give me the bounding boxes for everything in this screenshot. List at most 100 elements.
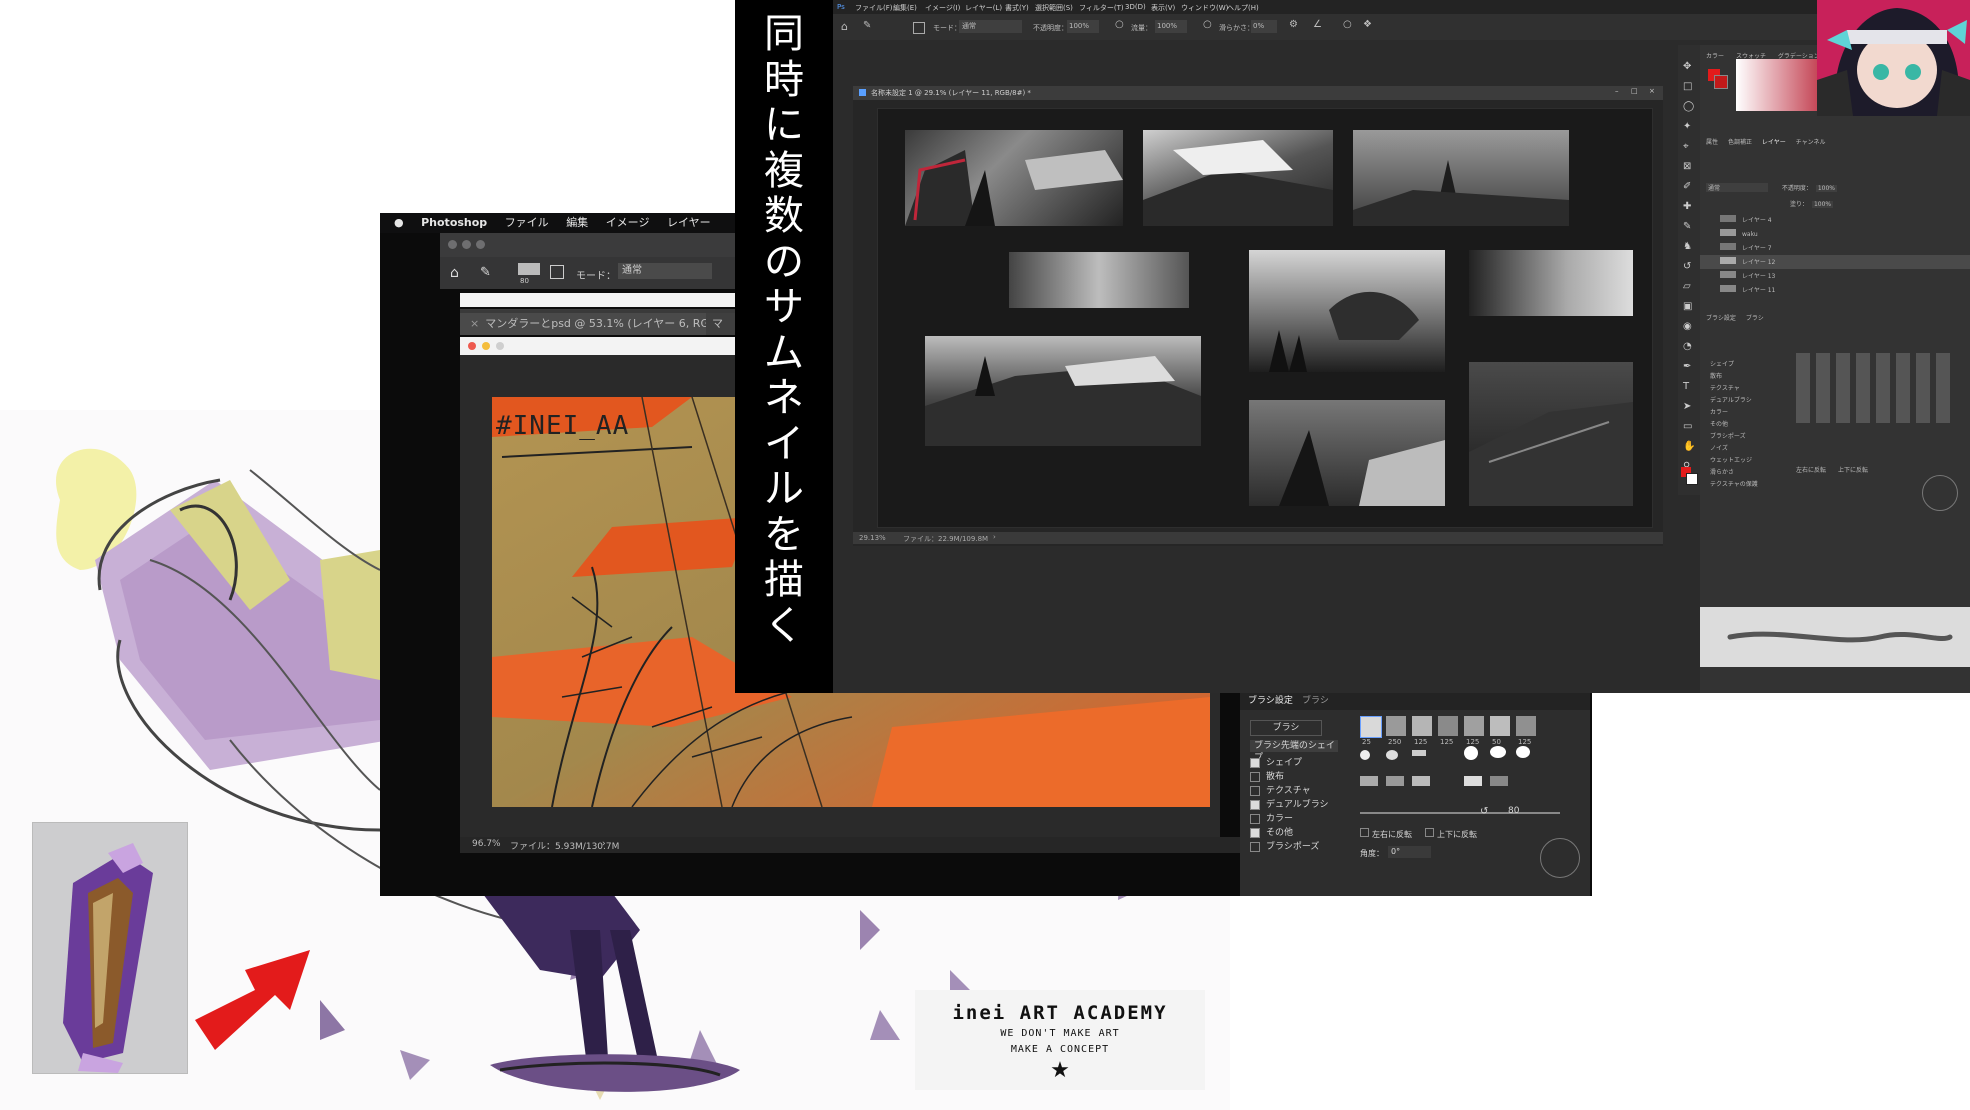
win-document-tab[interactable]: 名称未設定 1 @ 29.1% (レイヤー 11, RGB/8#) * – □ …: [853, 86, 1663, 100]
brush-tool-icon[interactable]: ✎: [480, 265, 491, 280]
brush-option[interactable]: テクスチャの保護: [1710, 479, 1758, 489]
thumbnail-3[interactable]: [1353, 130, 1569, 226]
eraser-tool-icon[interactable]: ▱: [1683, 277, 1695, 297]
brush-option-scatter[interactable]: 散布: [1250, 770, 1284, 784]
thumbnail-9[interactable]: [1469, 362, 1633, 506]
brush-button[interactable]: ブラシ: [1250, 720, 1322, 736]
brush-tip-icon[interactable]: [1516, 746, 1530, 758]
magic-wand-icon[interactable]: ✦: [1683, 117, 1695, 137]
shape-tool-icon[interactable]: ▭: [1683, 417, 1695, 437]
brush-option[interactable]: ウェットエッジ: [1710, 455, 1752, 465]
brush-tip-shape-item[interactable]: ブラシ先端のシェイプ: [1250, 740, 1338, 763]
status-arrow-icon[interactable]: ›: [602, 839, 606, 849]
maximize-icon[interactable]: [496, 342, 504, 350]
brush-option-pose[interactable]: ブラシポーズ: [1250, 840, 1319, 854]
thumbnail-1[interactable]: [905, 130, 1123, 226]
brush-option-color[interactable]: カラー: [1250, 812, 1293, 826]
type-tool-icon[interactable]: T: [1683, 377, 1695, 397]
airbrush-icon[interactable]: ○: [1203, 19, 1212, 30]
stamp-tool-icon[interactable]: ♞: [1683, 237, 1695, 257]
checkbox-icon[interactable]: [1250, 785, 1260, 796]
flip-x-option[interactable]: 左右に反転: [1360, 828, 1412, 840]
gear-icon[interactable]: ⚙: [1289, 19, 1298, 30]
brush-tip-icon[interactable]: [1360, 716, 1382, 738]
layer-blend-select[interactable]: 通常: [1706, 183, 1768, 192]
menu-select[interactable]: 選択範囲(S): [1035, 3, 1073, 13]
brush-option[interactable]: デュアルブラシ: [1710, 395, 1752, 405]
pressure-size-icon[interactable]: ○: [1343, 19, 1352, 30]
menu-file[interactable]: ファイル(F): [855, 3, 893, 13]
menu-filter[interactable]: フィルター(T): [1079, 3, 1124, 13]
win-brush-tip-grid[interactable]: [1796, 353, 1956, 423]
menu-file[interactable]: ファイル: [505, 213, 549, 233]
maximize-icon[interactable]: [476, 240, 485, 249]
brush-option[interactable]: テクスチャ: [1710, 383, 1740, 393]
brush-tip-icon[interactable]: [1490, 776, 1508, 786]
brush-preset-icon[interactable]: [518, 263, 540, 275]
win-canvas[interactable]: [877, 108, 1653, 528]
dodge-tool-icon[interactable]: ◔: [1683, 337, 1695, 357]
pen-tool-icon[interactable]: ✒: [1683, 357, 1695, 377]
thumbnail-8[interactable]: [1249, 400, 1445, 506]
menu-layer[interactable]: レイヤー: [667, 213, 711, 233]
checkbox-icon[interactable]: [1360, 828, 1369, 837]
menu-3d[interactable]: 3D(D): [1125, 3, 1146, 11]
brush-tip-icon[interactable]: [1412, 776, 1430, 786]
menu-image[interactable]: イメージ: [606, 213, 650, 233]
brush-tool-icon[interactable]: ✎: [1683, 217, 1695, 237]
layer-row[interactable]: waku: [1720, 229, 1758, 239]
home-icon[interactable]: ⌂: [841, 20, 848, 33]
maximize-icon[interactable]: □: [1631, 87, 1638, 95]
apple-icon[interactable]: ●: [394, 213, 404, 233]
brush-angle-dial[interactable]: [1922, 475, 1958, 511]
brush-tip-icon[interactable]: [1412, 750, 1426, 756]
symmetry-icon[interactable]: ❖: [1363, 19, 1372, 30]
menu-view[interactable]: 表示(V): [1151, 3, 1175, 13]
menu-image[interactable]: イメージ(I): [925, 3, 960, 13]
checkbox-icon[interactable]: [1425, 828, 1434, 837]
brush-tip-icon[interactable]: [1412, 716, 1432, 736]
healing-brush-icon[interactable]: ✚: [1683, 197, 1695, 217]
brush-tip-icon[interactable]: [1360, 776, 1378, 786]
crop-tool-icon[interactable]: ⌖: [1683, 137, 1695, 157]
brush-option-texture[interactable]: テクスチャ: [1250, 784, 1311, 798]
menu-layer[interactable]: レイヤー(L): [965, 3, 1002, 13]
brush-tip-icon[interactable]: [1490, 746, 1506, 758]
flow-input[interactable]: 100%: [1155, 20, 1187, 33]
brush-tool-icon[interactable]: ✎: [863, 20, 871, 31]
tab-properties[interactable]: 属性: [1706, 139, 1718, 146]
flip-y-label[interactable]: 上下に反転: [1838, 467, 1868, 474]
tab-channels[interactable]: チャンネル: [1796, 139, 1826, 146]
thumbnail-2[interactable]: [1143, 130, 1333, 226]
brush-option-dual[interactable]: デュアルブラシ: [1250, 798, 1329, 812]
brush-option[interactable]: ブラシポーズ: [1710, 431, 1746, 441]
close-icon[interactable]: [448, 240, 457, 249]
path-select-icon[interactable]: ➤: [1683, 397, 1695, 417]
thumbnail-4[interactable]: [1009, 252, 1189, 308]
brush-option[interactable]: シェイプ: [1710, 359, 1734, 369]
thumbnail-7[interactable]: [925, 336, 1201, 446]
home-icon[interactable]: ⌂: [450, 265, 459, 281]
flip-x-label[interactable]: 左右に反転: [1796, 467, 1826, 474]
brush-option-shape[interactable]: シェイプ: [1250, 756, 1302, 770]
tab-layers[interactable]: レイヤー: [1762, 139, 1786, 146]
opacity-input[interactable]: 100%: [1067, 20, 1099, 33]
checkbox-icon[interactable]: [1250, 841, 1260, 852]
status-zoom[interactable]: 29.13%: [859, 534, 886, 542]
lasso-tool-icon[interactable]: ◯: [1683, 97, 1695, 117]
status-zoom[interactable]: 96.7%: [472, 839, 501, 849]
brush-option[interactable]: 滑らかさ: [1710, 467, 1734, 477]
layer-fill-input[interactable]: 100%: [1811, 201, 1834, 208]
tab-brush-settings[interactable]: ブラシ設定: [1248, 693, 1293, 706]
layer-row[interactable]: レイヤー 11: [1720, 285, 1775, 295]
minimize-icon[interactable]: –: [1615, 87, 1619, 95]
tab-brush[interactable]: ブラシ: [1302, 693, 1329, 706]
menu-edit[interactable]: 編集(E): [893, 3, 917, 13]
brush-tip-icon[interactable]: [1516, 716, 1536, 736]
brush-option-other[interactable]: その他: [1250, 826, 1293, 840]
layer-row[interactable]: レイヤー 7: [1720, 243, 1772, 253]
checkbox-icon[interactable]: [1250, 799, 1260, 810]
marquee-tool-icon[interactable]: □: [1683, 77, 1695, 97]
brush-option[interactable]: その他: [1710, 419, 1728, 429]
brush-tip-icon[interactable]: [1438, 716, 1458, 736]
